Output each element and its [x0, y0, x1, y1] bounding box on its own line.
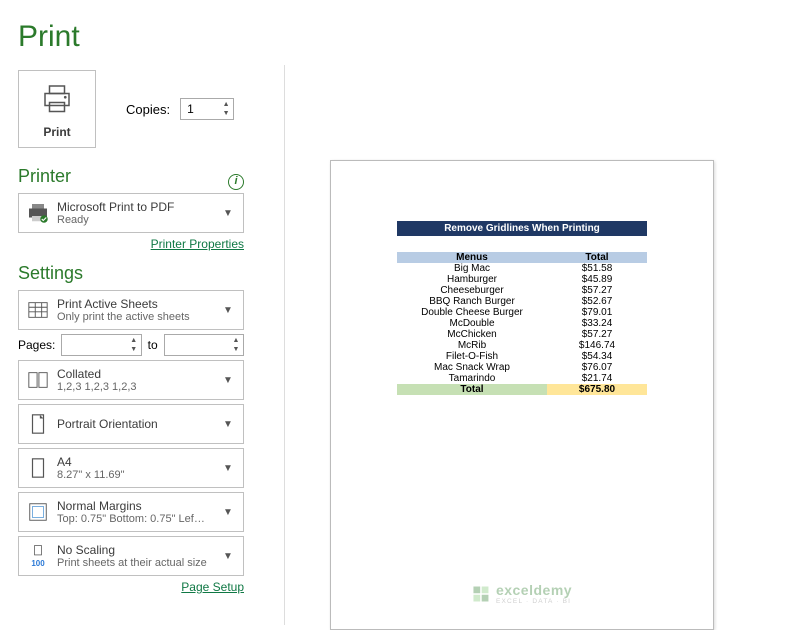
portrait-icon [25, 413, 51, 435]
scaling-selector[interactable]: 100 No Scaling Print sheets at their act… [18, 536, 244, 576]
chevron-down-icon: ▼ [223, 375, 237, 386]
preview-cell-total: $51.58 [547, 263, 647, 274]
preview-cell-menu: Double Cheese Burger [397, 307, 547, 318]
print-sheets-selector[interactable]: Print Active Sheets Only print the activ… [18, 290, 244, 330]
left-panel: Print Copies: 1 ▲▼ i Printer Microsoft P… [18, 70, 244, 596]
preview-cell-total: $45.89 [547, 274, 647, 285]
collated-icon [25, 369, 51, 391]
preview-data-row: McChicken$57.27 [397, 329, 647, 340]
preview-data-row: McRib$146.74 [397, 340, 647, 351]
scaling-line2: Print sheets at their actual size [57, 557, 223, 569]
preview-cell-menu: Hamburger [397, 274, 547, 285]
print-button[interactable]: Print [18, 70, 96, 148]
sheets-line2: Only print the active sheets [57, 311, 223, 323]
printer-section-heading: Printer [18, 166, 244, 187]
watermark-icon [472, 585, 490, 603]
scaling-badge: 100 [31, 559, 44, 568]
preview-data-row: Double Cheese Burger$79.01 [397, 307, 647, 318]
printer-info-icon[interactable]: i [228, 174, 244, 190]
orientation-line1: Portrait Orientation [57, 417, 223, 431]
paper-icon [25, 457, 51, 479]
watermark-tagline: EXCEL · DATA · BI [496, 598, 572, 605]
pages-to-label: to [148, 338, 158, 352]
printer-status: Ready [57, 214, 223, 226]
preview-data-row: McDouble$33.24 [397, 318, 647, 329]
preview-header-row: Menus Total [397, 252, 647, 263]
preview-total-row: Total $675.80 [397, 384, 647, 395]
scaling-icon: 100 [25, 545, 51, 568]
chevron-down-icon: ▼ [223, 305, 237, 316]
copies-label: Copies: [126, 102, 170, 117]
margins-line1: Normal Margins [57, 499, 223, 513]
preview-data-row: Mac Snack Wrap$76.07 [397, 362, 647, 373]
preview-cell-menu: McRib [397, 340, 547, 351]
preview-data-row: Cheeseburger$57.27 [397, 285, 647, 296]
paper-line1: A4 [57, 455, 223, 469]
preview-data-row: Tamarindo$21.74 [397, 373, 647, 384]
preview-cell-menu: Cheeseburger [397, 285, 547, 296]
printer-icon [39, 80, 75, 121]
preview-cell-total: $52.67 [547, 296, 647, 307]
preview-cell-menu: McChicken [397, 329, 547, 340]
preview-divider [284, 65, 285, 625]
preview-cell-total: $21.74 [547, 373, 647, 384]
preview-cell-menu: Mac Snack Wrap [397, 362, 547, 373]
printer-name: Microsoft Print to PDF [57, 200, 223, 214]
chevron-down-icon: ▼ [223, 507, 237, 518]
chevron-down-icon: ▼ [223, 463, 237, 474]
page-setup-link[interactable]: Page Setup [181, 580, 244, 594]
settings-section-heading: Settings [18, 263, 244, 284]
margins-line2: Top: 0.75" Bottom: 0.75" Lef… [57, 513, 223, 525]
paper-line2: 8.27" x 11.69" [57, 469, 223, 481]
preview-cell-total: $146.74 [547, 340, 647, 351]
print-button-label: Print [43, 125, 70, 139]
preview-cell-total: $79.01 [547, 307, 647, 318]
preview-data-row: BBQ Ranch Burger$52.67 [397, 296, 647, 307]
preview-header-total: Total [547, 252, 647, 263]
grid-icon [25, 299, 51, 321]
collated-line1: Collated [57, 367, 223, 381]
pages-from-input[interactable]: ▲▼ [61, 334, 141, 356]
copies-input[interactable]: 1 ▲▼ [180, 98, 234, 120]
chevron-down-icon: ▼ [223, 419, 237, 430]
pages-to-input[interactable]: ▲▼ [164, 334, 244, 356]
chevron-down-icon: ▼ [223, 208, 237, 219]
margins-icon [25, 501, 51, 523]
paper-size-selector[interactable]: A4 8.27" x 11.69" ▼ [18, 448, 244, 488]
preview-cell-total: $57.27 [547, 285, 647, 296]
watermark-brand: exceldemy [496, 582, 572, 598]
margins-selector[interactable]: Normal Margins Top: 0.75" Bottom: 0.75" … [18, 492, 244, 532]
preview-cell-menu: Filet-O-Fish [397, 351, 547, 362]
copies-stepper[interactable]: ▲▼ [220, 100, 232, 118]
orientation-selector[interactable]: Portrait Orientation ▼ [18, 404, 244, 444]
printer-properties-link[interactable]: Printer Properties [151, 237, 244, 251]
scaling-line1: No Scaling [57, 543, 223, 557]
pages-label: Pages: [18, 338, 55, 352]
preview-cell-total: $33.24 [547, 318, 647, 329]
print-preview: Remove Gridlines When Printing Menus Tot… [330, 160, 714, 630]
preview-data-row: Big Mac$51.58 [397, 263, 647, 274]
preview-total-label: Total [397, 384, 547, 395]
printer-device-icon [25, 201, 51, 225]
preview-title: Remove Gridlines When Printing [397, 221, 647, 236]
copies-row: Copies: 1 ▲▼ [126, 98, 234, 120]
preview-cell-total: $54.34 [547, 351, 647, 362]
preview-cell-menu: BBQ Ranch Burger [397, 296, 547, 307]
collation-selector[interactable]: Collated 1,2,3 1,2,3 1,2,3 ▼ [18, 360, 244, 400]
preview-cell-menu: Big Mac [397, 263, 547, 274]
preview-cell-menu: McDouble [397, 318, 547, 329]
watermark: exceldemy EXCEL · DATA · BI [472, 582, 572, 605]
chevron-down-icon: ▼ [223, 551, 237, 562]
preview-cell-total: $76.07 [547, 362, 647, 373]
preview-data-row: Filet-O-Fish$54.34 [397, 351, 647, 362]
collated-line2: 1,2,3 1,2,3 1,2,3 [57, 381, 223, 393]
preview-total-value: $675.80 [547, 384, 647, 395]
page-title: Print [0, 0, 788, 64]
preview-cell-total: $57.27 [547, 329, 647, 340]
preview-data-row: Hamburger$45.89 [397, 274, 647, 285]
sheets-line1: Print Active Sheets [57, 297, 223, 311]
printer-selector[interactable]: Microsoft Print to PDF Ready ▼ [18, 193, 244, 233]
preview-cell-menu: Tamarindo [397, 373, 547, 384]
preview-header-menus: Menus [397, 252, 547, 263]
